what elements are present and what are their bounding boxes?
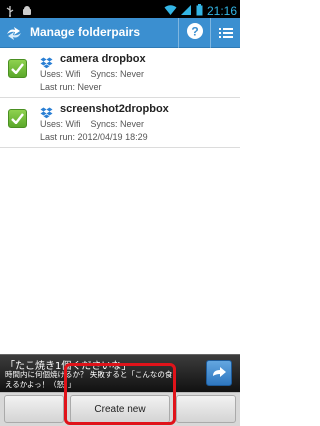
last-run-label: Last run: Never — [40, 82, 102, 92]
dropbox-icon — [40, 54, 53, 69]
folderpair-list: camera dropbox Uses: Wifi Syncs: Never La… — [0, 48, 240, 148]
syncs-label: Syncs: Never — [90, 69, 145, 79]
menu-button[interactable] — [211, 18, 241, 48]
screen: 21:16 Manage folderpairs ? camera dropbo… — [0, 0, 240, 426]
ad-open-button[interactable] — [206, 360, 232, 386]
bottom-right-button[interactable] — [176, 395, 236, 423]
syncs-label: Syncs: Never — [90, 119, 145, 129]
checkmark-icon — [11, 109, 24, 128]
uses-label: Uses: Wifi — [40, 69, 81, 79]
clock: 21:16 — [206, 3, 237, 18]
enabled-checkbox[interactable] — [8, 109, 27, 128]
create-new-highlight — [64, 363, 176, 425]
help-icon: ? — [186, 22, 204, 44]
folderpair-usage: Uses: Wifi Syncs: Never — [40, 119, 144, 129]
help-button[interactable]: ? — [180, 18, 210, 48]
svg-text:?: ? — [191, 25, 198, 39]
folderpair-name: screenshot2dropbox — [60, 103, 169, 115]
bottom-left-button[interactable] — [4, 395, 64, 423]
list-icon — [219, 24, 233, 43]
dropsync-icon[interactable] — [4, 23, 24, 43]
action-divider — [178, 18, 179, 48]
arrow-right-icon — [211, 364, 227, 383]
folderpair-row[interactable]: screenshot2dropbox Uses: Wifi Syncs: Neve… — [0, 98, 240, 148]
folderpair-row[interactable]: camera dropbox Uses: Wifi Syncs: Never La… — [0, 48, 240, 98]
dropbox-icon — [40, 104, 53, 119]
status-bar: 21:16 — [0, 0, 240, 18]
checkmark-icon — [11, 59, 24, 78]
folderpair-usage: Uses: Wifi Syncs: Never — [40, 69, 144, 79]
enabled-checkbox[interactable] — [8, 59, 27, 78]
last-run-label: Last run: 2012/04/19 18:29 — [40, 132, 148, 142]
page-title: Manage folderpairs — [30, 25, 141, 39]
uses-label: Uses: Wifi — [40, 119, 81, 129]
action-bar: Manage folderpairs ? — [0, 18, 240, 48]
folderpair-name: camera dropbox — [60, 53, 146, 65]
